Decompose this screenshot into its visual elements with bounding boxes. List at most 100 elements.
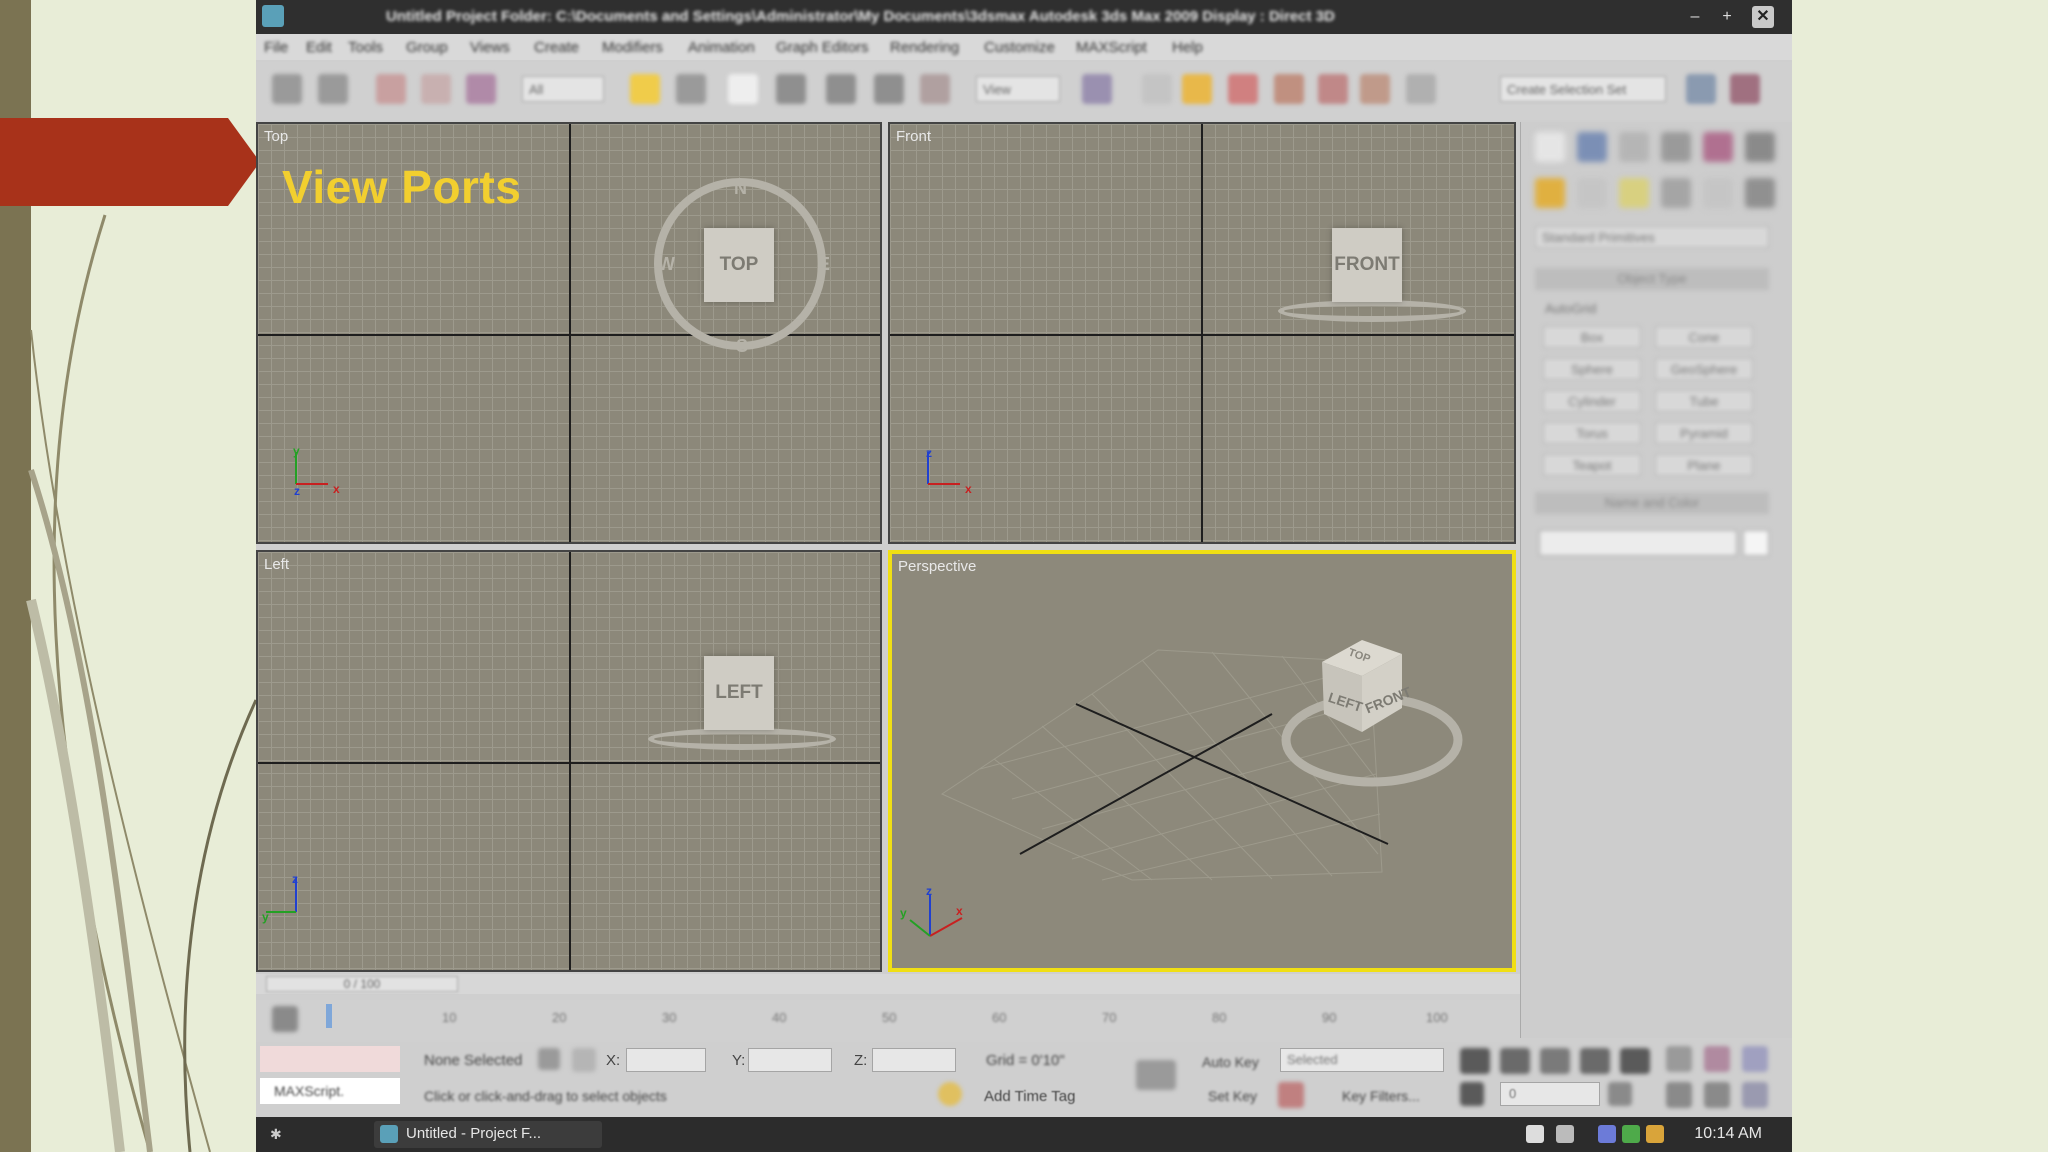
reference-coordinate-dropdown[interactable]: View bbox=[976, 76, 1060, 102]
key-mode-toggle-icon[interactable] bbox=[1460, 1082, 1484, 1106]
utilities-tab-icon[interactable] bbox=[1745, 132, 1775, 162]
network-tray-icon[interactable] bbox=[1556, 1125, 1574, 1143]
cylinder-button[interactable]: Cylinder bbox=[1543, 390, 1641, 412]
system-tray-icon[interactable] bbox=[1622, 1125, 1640, 1143]
menu-group[interactable]: Group bbox=[406, 39, 448, 56]
set-keys-icon[interactable] bbox=[1278, 1082, 1304, 1108]
named-selection-set-dropdown[interactable]: Create Selection Set bbox=[1500, 76, 1666, 102]
angle-snap-icon[interactable] bbox=[1228, 74, 1258, 104]
teapot-button[interactable]: Teapot bbox=[1543, 454, 1641, 476]
viewport-left[interactable]: Left LEFT z y bbox=[256, 550, 882, 972]
menu-maxscript[interactable]: MAXScript bbox=[1076, 39, 1147, 56]
edit-named-selection-icon[interactable] bbox=[1360, 74, 1390, 104]
create-tab-icon[interactable] bbox=[1535, 132, 1565, 162]
geometry-icon[interactable] bbox=[1535, 178, 1565, 208]
hierarchy-tab-icon[interactable] bbox=[1619, 132, 1649, 162]
close-button[interactable]: ✕ bbox=[1752, 6, 1774, 28]
maximize-button[interactable]: + bbox=[1716, 6, 1738, 28]
viewport-perspective[interactable]: Perspective TOP LEFT FRONT z x y bbox=[888, 550, 1516, 972]
pyramid-button[interactable]: Pyramid bbox=[1655, 422, 1753, 444]
help-tray-icon[interactable] bbox=[1526, 1125, 1544, 1143]
volume-tray-icon[interactable] bbox=[1646, 1125, 1664, 1143]
time-slider[interactable]: 0 / 100 bbox=[256, 974, 1520, 994]
maxscript-mini-listener[interactable]: MAXScript. bbox=[260, 1078, 400, 1104]
viewport-front[interactable]: Front FRONT z x bbox=[888, 122, 1516, 544]
pan-view-icon[interactable] bbox=[1704, 1082, 1730, 1108]
spinner-snap-icon[interactable] bbox=[1318, 74, 1348, 104]
zoom-icon[interactable] bbox=[1666, 1046, 1692, 1072]
menu-animation[interactable]: Animation bbox=[688, 39, 755, 56]
taskbar-task-3dsmax[interactable]: Untitled - Project F... bbox=[374, 1121, 602, 1148]
undo-icon[interactable] bbox=[272, 74, 302, 104]
menu-rendering[interactable]: Rendering bbox=[890, 39, 959, 56]
select-by-name-icon[interactable] bbox=[676, 74, 706, 104]
align-icon[interactable] bbox=[1686, 74, 1716, 104]
viewport-label-front[interactable]: Front bbox=[896, 128, 931, 145]
menu-graph-editors[interactable]: Graph Editors bbox=[776, 39, 869, 56]
menu-file[interactable]: File bbox=[264, 39, 288, 56]
snaps-toggle-icon[interactable] bbox=[1182, 74, 1212, 104]
systems-icon[interactable] bbox=[1745, 178, 1775, 208]
viewport-label-top[interactable]: Top bbox=[264, 128, 288, 145]
lights-icon[interactable] bbox=[1619, 178, 1649, 208]
mini-curve-editor-icon[interactable] bbox=[272, 1006, 298, 1032]
viewport-label-left[interactable]: Left bbox=[264, 556, 289, 573]
menu-help[interactable]: Help bbox=[1172, 39, 1203, 56]
next-frame-icon[interactable] bbox=[1580, 1048, 1610, 1074]
menu-create[interactable]: Create bbox=[534, 39, 579, 56]
lock-selection-icon[interactable] bbox=[538, 1048, 560, 1070]
bind-space-warp-icon[interactable] bbox=[466, 74, 496, 104]
object-color-swatch[interactable] bbox=[1743, 530, 1769, 556]
set-key-button[interactable]: Set Key bbox=[1208, 1088, 1257, 1104]
redo-icon[interactable] bbox=[318, 74, 348, 104]
window-crossing-icon[interactable] bbox=[776, 74, 806, 104]
shapes-icon[interactable] bbox=[1577, 178, 1607, 208]
autogrid-checkbox[interactable]: AutoGrid bbox=[1545, 298, 1655, 320]
geosphere-button[interactable]: GeoSphere bbox=[1655, 358, 1753, 380]
rollout-name-and-color[interactable]: Name and Color bbox=[1535, 492, 1769, 514]
rollout-object-type[interactable]: Object Type bbox=[1535, 268, 1769, 290]
time-configuration-icon[interactable] bbox=[1608, 1082, 1632, 1106]
goto-start-icon[interactable] bbox=[1460, 1048, 1490, 1074]
menu-views[interactable]: Views bbox=[470, 39, 510, 56]
select-and-link-icon[interactable] bbox=[376, 74, 406, 104]
select-and-manipulate-icon[interactable] bbox=[1142, 74, 1172, 104]
select-object-icon[interactable] bbox=[630, 74, 660, 104]
auto-key-button[interactable]: Auto Key bbox=[1202, 1054, 1259, 1070]
key-filters-button[interactable]: Key Filters... bbox=[1342, 1088, 1420, 1104]
previous-frame-icon[interactable] bbox=[1500, 1048, 1530, 1074]
viewcube-left[interactable]: LEFT bbox=[704, 656, 774, 730]
select-and-scale-icon[interactable] bbox=[920, 74, 950, 104]
viewcube-front[interactable]: FRONT bbox=[1332, 228, 1402, 302]
percent-snap-icon[interactable] bbox=[1274, 74, 1304, 104]
viewport-top[interactable]: Top View Ports W E N S TOP y z x bbox=[256, 122, 882, 544]
plane-button[interactable]: Plane bbox=[1655, 454, 1753, 476]
menu-modifiers[interactable]: Modifiers bbox=[602, 39, 663, 56]
menu-edit[interactable]: Edit bbox=[306, 39, 332, 56]
select-and-move-icon[interactable] bbox=[826, 74, 856, 104]
select-and-rotate-icon[interactable] bbox=[874, 74, 904, 104]
maxscript-listener-pink[interactable] bbox=[260, 1046, 400, 1072]
selection-filter-dropdown[interactable]: All bbox=[522, 76, 604, 102]
object-name-field[interactable] bbox=[1539, 530, 1737, 556]
pivot-center-icon[interactable] bbox=[1082, 74, 1112, 104]
time-tag-icon[interactable] bbox=[938, 1082, 962, 1106]
primitive-type-dropdown[interactable]: Standard Primitives bbox=[1535, 226, 1769, 248]
set-key-mode-icon[interactable] bbox=[1136, 1060, 1176, 1090]
goto-end-icon[interactable] bbox=[1620, 1048, 1650, 1074]
viewcube-top[interactable]: TOP bbox=[704, 228, 774, 302]
helpers-icon[interactable] bbox=[1703, 178, 1733, 208]
rectangular-selection-icon[interactable] bbox=[728, 74, 758, 104]
cone-button[interactable]: Cone bbox=[1655, 326, 1753, 348]
y-coordinate-field[interactable] bbox=[748, 1048, 832, 1072]
layer-manager-icon[interactable] bbox=[1730, 74, 1760, 104]
sphere-button[interactable]: Sphere bbox=[1543, 358, 1641, 380]
unlink-icon[interactable] bbox=[421, 74, 451, 104]
minimize-button[interactable]: – bbox=[1684, 6, 1706, 28]
box-button[interactable]: Box bbox=[1543, 326, 1641, 348]
zoom-extents-icon[interactable] bbox=[1742, 1046, 1768, 1072]
modify-tab-icon[interactable] bbox=[1577, 132, 1607, 162]
menu-tools[interactable]: Tools bbox=[348, 39, 383, 56]
field-of-view-icon[interactable] bbox=[1666, 1082, 1692, 1108]
tube-button[interactable]: Tube bbox=[1655, 390, 1753, 412]
